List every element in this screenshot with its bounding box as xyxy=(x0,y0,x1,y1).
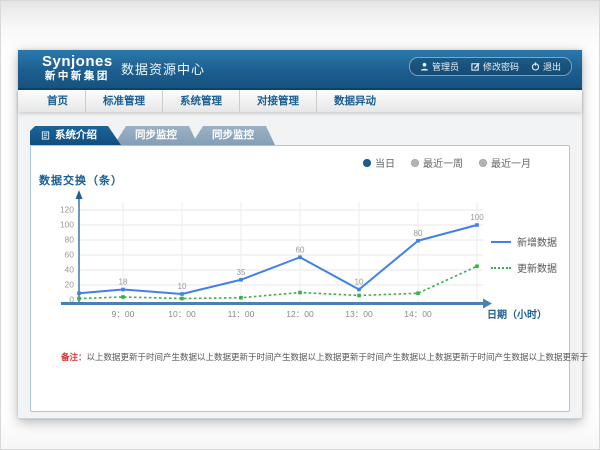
tab-bar: 系统介绍 同步监控 同步监控 xyxy=(30,126,275,145)
svg-text:10: 10 xyxy=(355,278,364,287)
tab-label: 系统介绍 xyxy=(55,126,97,145)
change-password-label: 修改密码 xyxy=(483,60,519,73)
radio-last-week[interactable]: 最近一周 xyxy=(411,155,463,170)
edit-icon xyxy=(471,62,480,71)
radio-label: 最近一周 xyxy=(423,155,463,170)
logo-sub-text: 新中新集团 xyxy=(42,70,113,83)
svg-text:40: 40 xyxy=(65,265,75,275)
svg-text:80: 80 xyxy=(65,235,75,245)
logo-main-text: Synjones xyxy=(42,54,113,70)
chart-y-axis-title: 数据交换（条） xyxy=(39,172,123,188)
app-window: Synjones 新中新集团 数据资源中心 管理员 修改密码 退出 首页 标准管… xyxy=(18,50,582,419)
tab-label: 同步监控 xyxy=(212,129,254,141)
tab-sync-monitor-1[interactable]: 同步监控 xyxy=(114,126,198,145)
logout-label: 退出 xyxy=(543,60,561,73)
radio-label: 当日 xyxy=(375,155,395,170)
svg-text:9：00: 9：00 xyxy=(112,309,135,319)
svg-text:60: 60 xyxy=(65,250,75,260)
svg-text:13：00: 13：00 xyxy=(345,309,373,319)
nav-item-home[interactable]: 首页 xyxy=(30,90,86,112)
svg-text:120: 120 xyxy=(60,205,74,215)
svg-text:18: 18 xyxy=(119,278,128,287)
legend-line-dotted xyxy=(491,267,511,269)
document-icon xyxy=(41,131,50,140)
nav-item-system-mgmt[interactable]: 系统管理 xyxy=(163,90,240,112)
user-icon xyxy=(420,62,429,71)
svg-text:35: 35 xyxy=(237,268,246,277)
footer-note: 备注：以上数据更新于时间产生数据以上数据更新于时间产生数据以上数据更新于时间产生… xyxy=(61,351,588,363)
logout-button[interactable]: 退出 xyxy=(531,60,561,73)
legend-label: 新增数据 xyxy=(517,234,557,249)
legend-label: 更新数据 xyxy=(517,260,557,275)
nav-item-standard-mgmt[interactable]: 标准管理 xyxy=(86,90,163,112)
nav-item-integration-mgmt[interactable]: 对接管理 xyxy=(240,90,317,112)
tab-system-intro[interactable]: 系统介绍 xyxy=(30,126,121,145)
legend-line-solid xyxy=(491,241,511,243)
admin-menu[interactable]: 管理员 xyxy=(420,60,459,73)
radio-label: 最近一月 xyxy=(491,155,531,170)
svg-text:11：00: 11：00 xyxy=(228,309,255,319)
svg-text:10：00: 10：00 xyxy=(168,309,196,319)
main-nav: 首页 标准管理 系统管理 对接管理 数据异动 xyxy=(18,90,582,112)
svg-text:20: 20 xyxy=(65,280,75,290)
legend-item-updated-data: 更新数据 xyxy=(491,260,557,275)
app-header: Synjones 新中新集团 数据资源中心 管理员 修改密码 退出 xyxy=(18,50,582,88)
nav-item-data-change[interactable]: 数据异动 xyxy=(317,90,393,112)
radio-today[interactable]: 当日 xyxy=(363,155,395,170)
radio-dot xyxy=(479,159,487,167)
brand-logo: Synjones 新中新集团 xyxy=(42,54,113,83)
svg-text:100: 100 xyxy=(60,220,74,230)
tab-sync-monitor-2[interactable]: 同步监控 xyxy=(191,126,275,145)
radio-last-month[interactable]: 最近一月 xyxy=(479,155,531,170)
svg-text:12：00: 12：00 xyxy=(286,309,314,319)
note-label: 备注： xyxy=(61,352,87,362)
radio-dot xyxy=(411,159,419,167)
page-title: 数据资源中心 xyxy=(121,50,205,88)
user-toolbar: 管理员 修改密码 退出 xyxy=(409,57,572,76)
svg-text:60: 60 xyxy=(296,245,305,254)
change-password-button[interactable]: 修改密码 xyxy=(471,60,519,73)
tab-label: 同步监控 xyxy=(135,129,177,141)
svg-text:10: 10 xyxy=(178,282,187,291)
time-range-filter: 当日 最近一周 最近一月 xyxy=(363,155,531,170)
admin-label: 管理员 xyxy=(432,60,459,73)
note-text: 以上数据更新于时间产生数据以上数据更新于时间产生数据以上数据更新于时间产生数据以… xyxy=(87,352,589,362)
svg-text:100: 100 xyxy=(470,213,484,222)
content-panel: 0204060801001209：0010：0011：0012：0013：001… xyxy=(30,145,570,412)
power-icon xyxy=(531,62,540,71)
svg-text:14：00: 14：00 xyxy=(404,309,432,319)
radio-dot xyxy=(363,159,371,167)
svg-text:日期（小时）: 日期（小时） xyxy=(487,308,547,321)
legend-item-new-data: 新增数据 xyxy=(491,234,557,249)
svg-text:80: 80 xyxy=(414,229,423,238)
chart-legend: 新增数据 更新数据 xyxy=(491,234,557,275)
